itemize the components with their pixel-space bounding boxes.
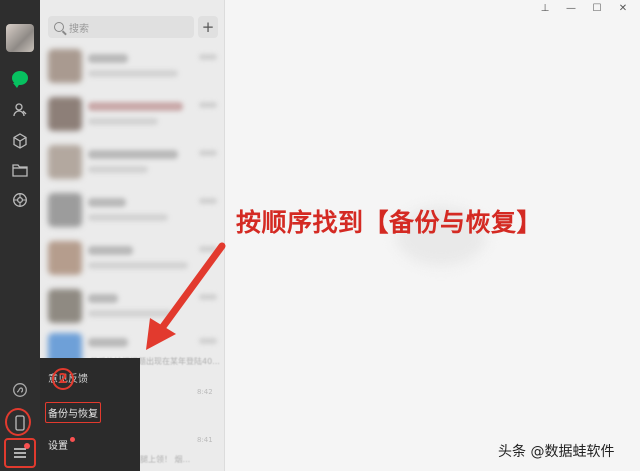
mini-program-icon[interactable] (10, 380, 30, 400)
phone-icon[interactable] (10, 413, 30, 433)
minimize-button[interactable]: — (564, 3, 578, 14)
annotation-text: 按顺序找到【备份与恢复】 (236, 208, 543, 237)
search-placeholder: 搜索 (69, 23, 89, 35)
step-two-badge: 2 (52, 368, 74, 390)
folder-icon[interactable] (10, 160, 30, 180)
search-input[interactable]: 搜索 (48, 16, 194, 38)
wechat-window: 搜索 + 最后的被拒问题出现在某年登陆40... 8:42 8:41 腿上领！ … (0, 0, 640, 471)
source-watermark: 头条 @数据蛙软件 (498, 444, 615, 460)
search-icon (54, 22, 64, 32)
user-avatar[interactable] (6, 24, 34, 52)
notification-dot (24, 443, 30, 449)
list-time: 8:41 (197, 436, 213, 444)
list-preview-text: 腿上领！ 烟... (140, 455, 191, 464)
close-button[interactable]: ✕ (616, 3, 630, 14)
list-item[interactable] (40, 90, 224, 138)
list-item[interactable] (40, 234, 224, 282)
contacts-icon[interactable] (10, 100, 30, 120)
backup-restore-menu-item[interactable]: 备份与恢复 (45, 402, 101, 423)
notification-dot (70, 437, 75, 442)
settings-label: 设置 (48, 441, 68, 452)
list-item[interactable] (40, 42, 224, 90)
left-rail (0, 0, 40, 471)
moments-icon[interactable] (10, 190, 30, 210)
add-button[interactable]: + (198, 16, 218, 38)
list-time: 8:42 (197, 388, 213, 396)
maximize-button[interactable]: ☐ (590, 3, 604, 14)
chat-icon[interactable] (10, 68, 30, 88)
list-item[interactable] (40, 186, 224, 234)
pin-icon[interactable]: ⊥ (538, 3, 552, 14)
settings-menu-item[interactable]: 设置 (48, 437, 75, 452)
more-menu-button[interactable] (4, 438, 36, 468)
list-item[interactable] (40, 138, 224, 186)
cube-icon[interactable] (10, 131, 30, 151)
list-item[interactable] (40, 282, 224, 330)
